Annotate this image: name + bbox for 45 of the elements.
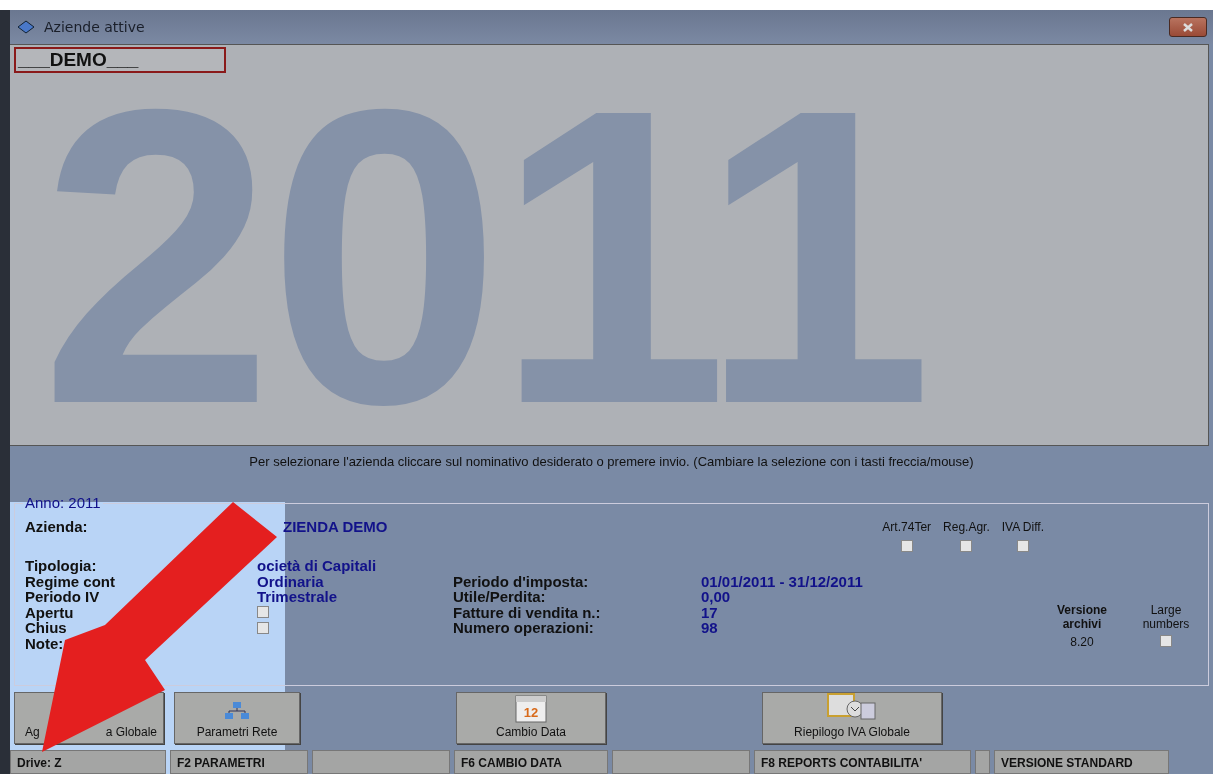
status-cell: VERSIONE STANDARD	[994, 750, 1169, 774]
flag-label: IVA Diff.	[1001, 520, 1044, 534]
toolbar-button[interactable]: Riepilogo IVA Globale	[762, 692, 942, 744]
flag-label: Reg.Agr.	[943, 520, 990, 534]
field-value: 0,00	[701, 589, 732, 605]
toolbar-button[interactable]: 12 Cambio Data	[456, 692, 606, 744]
checkbox[interactable]	[257, 606, 269, 619]
version-value: 8.20	[1070, 635, 1094, 649]
field-label: Chius	[25, 620, 67, 636]
list-item[interactable]: ___DEMO___	[14, 47, 226, 73]
field-label: Fatture di vendita n.:	[453, 604, 602, 620]
app-icon	[16, 19, 36, 35]
calendar-clock-icon	[827, 693, 877, 723]
field-label: Note:	[25, 635, 65, 651]
status-cell: F8 REPORTS CONTABILITA'	[754, 750, 971, 774]
large-numbers-label: Large numbers	[1141, 603, 1191, 631]
calendar-icon: 12	[514, 693, 548, 723]
window-title: Aziende attive	[44, 19, 145, 35]
field-label: Numero operazioni:	[453, 620, 595, 636]
status-cell	[975, 750, 990, 774]
field-value: 17	[701, 604, 718, 620]
toolbar-button[interactable]: Parametri Rete	[174, 692, 300, 744]
field-value: 98	[701, 620, 719, 636]
field-label: Azienda:	[25, 518, 88, 535]
checkbox[interactable]	[1160, 635, 1172, 647]
version-label: Versione archivi	[1056, 603, 1108, 631]
instruction-text: Per selezionare l'azienda cliccare sul nominativo desiderato o premere invio. (Cambiare la selezione con i tasti freccia/mouse)	[249, 453, 974, 469]
group-legend: Anno: 2011	[23, 496, 103, 510]
close-icon	[1182, 22, 1194, 32]
field-value: 01/01/2011 - 31/12/2011	[701, 573, 864, 589]
checkbox[interactable]	[960, 540, 973, 552]
field-value: ocietà di Capitali	[257, 558, 377, 574]
field-label: Periodo IV	[25, 589, 101, 605]
field-label: Regime cont	[25, 573, 116, 589]
field-label: Utile/Perdita:	[453, 589, 546, 605]
flag-label: Art.74Ter	[882, 520, 932, 534]
field-label: Tipologia:	[25, 558, 98, 574]
field-label: Apertu	[25, 604, 75, 620]
field-label: Periodo d'imposta:	[453, 573, 590, 589]
status-cell: F2 PARAMETRI	[170, 750, 308, 774]
status-cell: Drive: Z	[10, 750, 166, 774]
checkbox[interactable]	[900, 540, 913, 552]
close-button[interactable]	[1169, 17, 1207, 37]
status-cell: F6 CAMBIO DATA	[454, 750, 608, 774]
checkbox[interactable]	[1016, 540, 1029, 552]
